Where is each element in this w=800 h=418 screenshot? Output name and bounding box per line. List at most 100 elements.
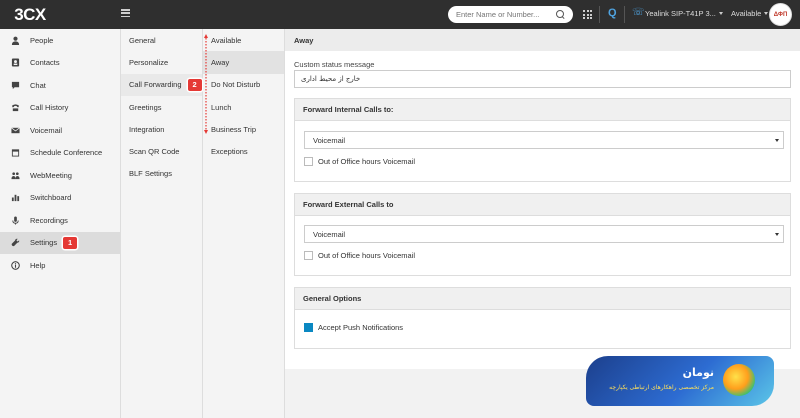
checkbox-label: Out of Office hours Voicemail	[318, 157, 415, 166]
chevron-down-icon	[764, 12, 769, 15]
queue-icon[interactable]: Q	[608, 7, 617, 19]
settings-item-greetings[interactable]: Greetings	[121, 96, 202, 118]
sidebar-item-call-history[interactable]: Call History	[0, 97, 120, 120]
phone-selector[interactable]: ☏ Yealink SIP-T41P 3...	[632, 8, 723, 18]
status-selector[interactable]: Available	[731, 9, 769, 18]
chevron-down-icon	[775, 139, 779, 142]
settings-item-general[interactable]: General	[121, 29, 202, 51]
internal-ooo-checkbox-row[interactable]: Out of Office hours Voicemail	[304, 157, 415, 166]
push-notifications-checkbox-row[interactable]: Accept Push Notifications	[304, 323, 403, 332]
status-item-away[interactable]: Away	[203, 51, 284, 74]
app-logo[interactable]: 3CX	[0, 0, 60, 29]
forward-internal-card: Forward Internal Calls to: Voicemail Out…	[294, 98, 791, 182]
chat-icon	[9, 80, 21, 90]
divider	[624, 6, 625, 23]
status-item-business-trip[interactable]: Business Trip	[203, 118, 284, 140]
status-item-exceptions[interactable]: Exceptions	[203, 140, 284, 162]
settings-item-personalize[interactable]: Personalize	[121, 51, 202, 73]
sidebar-item-schedule-conference[interactable]: Schedule Conference	[0, 142, 120, 165]
sidebar-item-contacts[interactable]: Contacts	[0, 52, 120, 75]
push-notifications-checkbox[interactable]	[304, 323, 313, 332]
general-options-card: General Options Accept Push Notification…	[294, 287, 791, 349]
info-icon	[9, 260, 21, 270]
checkbox-label: Accept Push Notifications	[318, 323, 404, 332]
sidebar-item-label: Recordings	[30, 215, 68, 225]
search-box[interactable]	[448, 6, 573, 23]
forward-internal-select[interactable]: Voicemail	[304, 131, 784, 149]
phone-icon	[9, 103, 21, 113]
watermark-subtitle: مرکز تخصصی راهکارهای ارتباطی یکپارچه	[609, 384, 714, 391]
avatar[interactable]: ΔΦΠ	[769, 3, 792, 26]
chevron-down-icon	[718, 11, 723, 15]
microphone-icon	[9, 215, 21, 225]
custom-status-input[interactable]	[294, 70, 791, 88]
brand-watermark: نومان مرکز تخصصی راهکارهای ارتباطی یکپار…	[586, 356, 774, 406]
chevron-down-icon	[775, 233, 779, 236]
sidebar-item-label: People	[30, 35, 54, 45]
general-options-title: General Options	[295, 288, 790, 310]
sidebar-item-label: Voicemail	[30, 125, 63, 135]
sidebar-item-label: Help	[30, 260, 46, 270]
sidebar-item-webmeeting[interactable]: WebMeeting	[0, 164, 120, 187]
menu-toggle-icon[interactable]	[121, 9, 130, 17]
main-panel: Away Custom status message Forward Inter…	[285, 29, 800, 369]
step-badge: 2	[187, 78, 202, 91]
annotation-arrow	[204, 34, 208, 134]
sidebar-item-recordings[interactable]: Recordings	[0, 209, 120, 232]
sidebar-item-label: Call History	[30, 103, 69, 113]
forward-external-title: Forward External Calls to	[295, 194, 790, 216]
forward-internal-title: Forward Internal Calls to:	[295, 99, 790, 121]
person-icon	[9, 35, 21, 45]
sidebar-item-label: Contacts	[30, 58, 60, 68]
select-value: Voicemail	[313, 229, 346, 239]
brand-logo-icon	[723, 364, 755, 396]
status-item-available[interactable]: Available	[203, 29, 284, 51]
wrench-icon	[9, 238, 21, 248]
search-input[interactable]	[456, 10, 556, 19]
page-title: Away	[285, 29, 800, 51]
custom-status-label: Custom status message	[294, 60, 375, 69]
settings-item-scan-qr-code[interactable]: Scan QR Code	[121, 140, 202, 162]
watermark-title: نومان	[682, 366, 714, 379]
sidebar-item-chat[interactable]: Chat	[0, 74, 120, 97]
status-label: Available	[731, 9, 762, 18]
switchboard-icon	[9, 193, 21, 203]
sidebar-item-people[interactable]: People	[0, 29, 120, 52]
divider	[599, 6, 600, 23]
forward-external-card: Forward External Calls to Voicemail Out …	[294, 193, 791, 276]
calendar-icon	[9, 148, 21, 158]
select-value: Voicemail	[313, 135, 346, 145]
settings-item-integration[interactable]: Integration	[121, 118, 202, 140]
sidebar-item-label: Switchboard	[30, 193, 72, 203]
sidebar-item-label: Chat	[30, 80, 46, 90]
sidebar: People Contacts Chat Call History Voicem…	[0, 29, 121, 418]
sidebar-item-label: Settings	[30, 238, 58, 248]
settings-item-label: Call Forwarding	[129, 80, 182, 90]
sidebar-item-settings[interactable]: Settings 1	[0, 231, 120, 254]
sidebar-item-voicemail[interactable]: Voicemail	[0, 119, 120, 142]
settings-item-blf-settings[interactable]: BLF Settings	[121, 163, 202, 185]
external-ooo-checkbox[interactable]	[304, 251, 313, 260]
desk-phone-icon: ☏	[632, 7, 645, 18]
settings-item-call-forwarding[interactable]: Call Forwarding 2	[121, 73, 202, 96]
phone-label: Yealink SIP-T41P 3...	[645, 8, 716, 18]
contacts-icon	[9, 58, 21, 68]
status-item-do-not-disturb[interactable]: Do Not Disturb	[203, 74, 284, 96]
search-icon[interactable]	[556, 10, 565, 19]
forward-external-select[interactable]: Voicemail	[304, 225, 784, 243]
top-bar: 3CX Q ☏ Yealink SIP-T41P 3... Available …	[0, 0, 800, 29]
webmeeting-icon	[9, 170, 21, 180]
dialpad-icon[interactable]	[583, 10, 592, 19]
sidebar-item-label: Schedule Conference	[30, 148, 103, 158]
step-badge: 1	[63, 236, 78, 249]
voicemail-icon	[9, 125, 21, 135]
sidebar-item-switchboard[interactable]: Switchboard	[0, 187, 120, 210]
sidebar-item-help[interactable]: Help	[0, 254, 120, 277]
sidebar-item-label: WebMeeting	[30, 170, 72, 180]
status-item-lunch[interactable]: Lunch	[203, 96, 284, 118]
internal-ooo-checkbox[interactable]	[304, 157, 313, 166]
status-menu: Available Away Do Not Disturb Lunch Busi…	[203, 29, 285, 418]
external-ooo-checkbox-row[interactable]: Out of Office hours Voicemail	[304, 251, 415, 260]
checkbox-label: Out of Office hours Voicemail	[318, 251, 415, 260]
settings-menu: General Personalize Call Forwarding 2 Gr…	[121, 29, 203, 418]
